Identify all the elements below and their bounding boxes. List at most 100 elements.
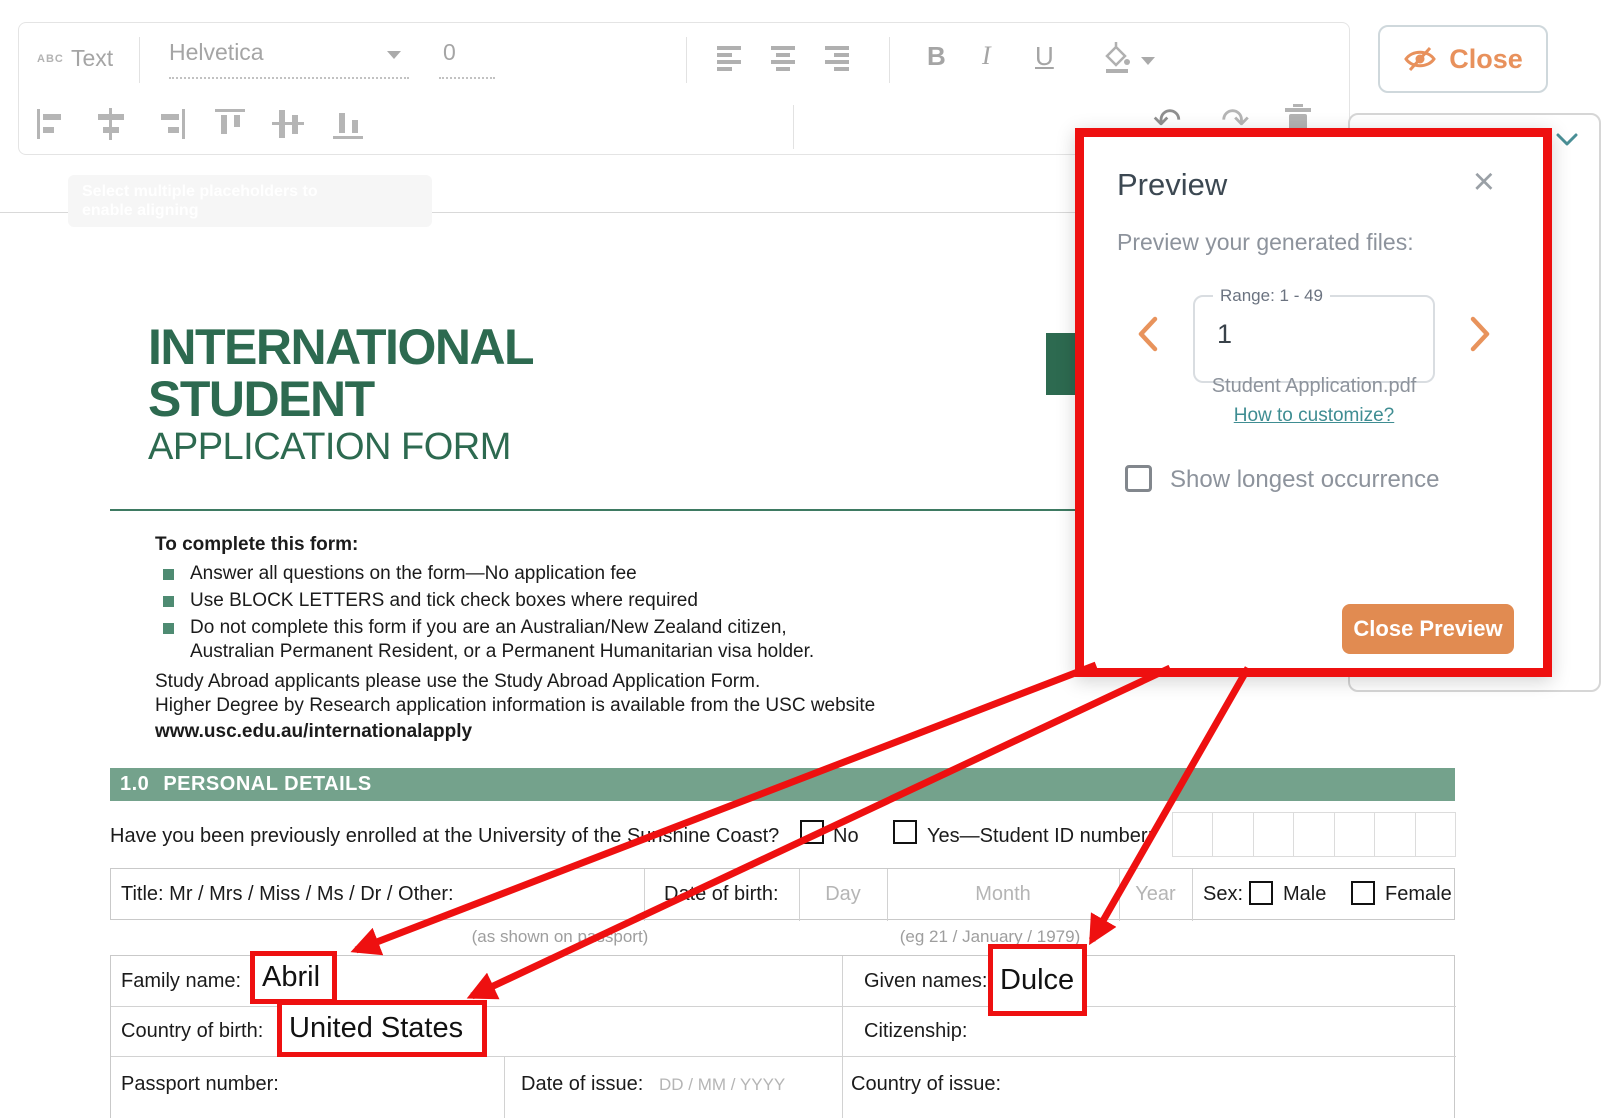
country-birth-value-highlight[interactable]: United States bbox=[277, 1000, 487, 1057]
bullet-item: Do not complete this form if you are an … bbox=[190, 617, 787, 639]
given-names-value: Dulce bbox=[1000, 964, 1074, 997]
abc-icon: ABC bbox=[37, 53, 64, 65]
toolbar-divider bbox=[686, 37, 687, 83]
fill-color-icon[interactable] bbox=[1097, 39, 1137, 79]
year-field[interactable]: Year bbox=[1119, 883, 1192, 906]
app-window: ABC Text Helvetica 0 B I U bbox=[0, 0, 1623, 1118]
date-issue-placeholder[interactable]: DD / MM / YYYY bbox=[659, 1075, 785, 1095]
font-family-value: Helvetica bbox=[169, 39, 264, 65]
eye-off-icon bbox=[1403, 44, 1437, 74]
doc-url: www.usc.edu.au/internationalapply bbox=[155, 721, 472, 743]
female-checkbox[interactable] bbox=[1351, 881, 1375, 905]
passport-number-label: Passport number: bbox=[121, 1073, 279, 1096]
table-divider bbox=[504, 1056, 505, 1118]
font-family-select[interactable]: Helvetica bbox=[169, 39, 409, 66]
month-field[interactable]: Month bbox=[887, 883, 1119, 906]
doc-title-line3: APPLICATION FORM bbox=[148, 426, 511, 469]
tooltip-line2: enable aligning bbox=[82, 201, 418, 220]
yes-label: Yes—Student ID number: bbox=[927, 825, 1153, 848]
sex-label: Sex: bbox=[1203, 883, 1243, 906]
toolbar-divider bbox=[139, 37, 140, 83]
show-longest-occurrence-label: Show longest occurrence bbox=[1170, 466, 1439, 494]
dob-label: Date of birth: bbox=[664, 883, 779, 906]
preview-modal: Preview × Preview your generated files: … bbox=[1075, 128, 1552, 677]
bullet-icon bbox=[163, 569, 174, 580]
bullet-item: Use BLOCK LETTERS and tick check boxes w… bbox=[190, 590, 698, 612]
font-size-underline bbox=[439, 77, 495, 79]
prev-page-chevron-icon[interactable] bbox=[1136, 315, 1160, 353]
male-label: Male bbox=[1283, 883, 1326, 906]
id-digit-cell[interactable] bbox=[1375, 812, 1415, 857]
doc-title-line1: INTERNATIONAL bbox=[148, 322, 533, 372]
citizenship-label: Citizenship: bbox=[864, 1020, 967, 1043]
id-digit-cell[interactable] bbox=[1254, 812, 1294, 857]
country-birth-label: Country of birth: bbox=[121, 1020, 263, 1043]
align-text-right-icon[interactable] bbox=[825, 45, 851, 71]
date-issue-label: Date of issue: bbox=[521, 1073, 643, 1096]
student-id-grid[interactable] bbox=[1172, 812, 1456, 857]
male-checkbox[interactable] bbox=[1249, 881, 1273, 905]
range-label: Range: 1 - 49 bbox=[1213, 286, 1330, 306]
id-digit-cell[interactable] bbox=[1213, 812, 1253, 857]
family-name-value-highlight[interactable]: Abril bbox=[250, 951, 337, 1004]
how-to-customize-link[interactable]: How to customize? bbox=[1164, 405, 1464, 427]
text-tool-label: Text bbox=[71, 45, 113, 72]
chevron-down-icon bbox=[387, 51, 401, 59]
family-name-value: Abril bbox=[262, 961, 320, 994]
align-text-left-icon[interactable] bbox=[717, 45, 743, 71]
yes-checkbox[interactable] bbox=[893, 820, 917, 844]
day-field[interactable]: Day bbox=[799, 883, 887, 906]
id-digit-cell[interactable] bbox=[1172, 812, 1213, 857]
id-digit-cell[interactable] bbox=[1335, 812, 1375, 857]
passport-note: (as shown on passport) bbox=[430, 927, 690, 947]
aligning-tooltip: Select multiple placeholders to enable a… bbox=[68, 175, 432, 227]
font-family-underline bbox=[169, 77, 409, 79]
section-banner: 1.0 PERSONAL DETAILS bbox=[110, 768, 1455, 801]
fill-color-chevron-icon[interactable] bbox=[1141, 57, 1155, 65]
doc-paragraph: Study Abroad applicants please use the S… bbox=[155, 671, 760, 693]
table-divider bbox=[842, 956, 843, 1118]
chevron-down-icon bbox=[1556, 133, 1578, 147]
font-size-input[interactable]: 0 bbox=[439, 39, 495, 66]
align-objects-middle-v-icon[interactable] bbox=[271, 107, 305, 141]
no-checkbox[interactable] bbox=[800, 820, 824, 844]
close-preview-button[interactable]: Close Preview bbox=[1342, 604, 1514, 654]
align-objects-bottom-icon[interactable] bbox=[331, 107, 365, 141]
underline-button[interactable]: U bbox=[1035, 41, 1054, 72]
align-objects-right-icon[interactable] bbox=[155, 107, 187, 141]
bullet-icon bbox=[163, 596, 174, 607]
country-birth-value: United States bbox=[289, 1012, 463, 1045]
title-field-label: Title: Mr / Mrs / Miss / Ms / Dr / Other… bbox=[121, 883, 454, 906]
bold-button[interactable]: B bbox=[927, 41, 946, 72]
table-divider bbox=[1192, 869, 1193, 921]
doc-paragraph: Higher Degree by Research application in… bbox=[155, 695, 875, 717]
country-issue-label: Country of issue: bbox=[851, 1073, 1001, 1096]
toolbar-divider bbox=[889, 37, 890, 83]
modal-title: Preview bbox=[1117, 167, 1227, 203]
range-value-input[interactable]: 1 bbox=[1217, 319, 1232, 350]
close-button[interactable]: Close bbox=[1378, 25, 1548, 93]
modal-close-icon[interactable]: × bbox=[1473, 165, 1495, 199]
bullet-item: Answer all questions on the form—No appl… bbox=[190, 563, 637, 585]
align-objects-top-icon[interactable] bbox=[213, 107, 247, 141]
italic-button[interactable]: I bbox=[982, 41, 991, 71]
next-page-chevron-icon[interactable] bbox=[1468, 315, 1492, 353]
align-text-center-icon[interactable] bbox=[771, 45, 797, 71]
bullet-item-continued: Australian Permanent Resident, or a Perm… bbox=[190, 641, 814, 663]
font-size-value: 0 bbox=[443, 39, 456, 65]
intro-heading: To complete this form: bbox=[155, 534, 358, 556]
given-names-value-highlight[interactable]: Dulce bbox=[988, 944, 1087, 1016]
modal-subtitle: Preview your generated files: bbox=[1117, 229, 1414, 256]
align-objects-center-h-icon[interactable] bbox=[95, 107, 127, 141]
section-number: 1.0 bbox=[120, 773, 149, 796]
no-label: No bbox=[833, 825, 859, 848]
id-digit-cell[interactable] bbox=[1294, 812, 1334, 857]
id-digit-cell[interactable] bbox=[1416, 812, 1456, 857]
align-objects-left-icon[interactable] bbox=[35, 107, 67, 141]
table-divider bbox=[644, 869, 645, 921]
show-longest-occurrence-checkbox[interactable] bbox=[1125, 465, 1152, 492]
close-button-label: Close bbox=[1449, 44, 1523, 75]
bullet-icon bbox=[163, 623, 174, 634]
page-range-fieldset[interactable]: Range: 1 - 49 1 bbox=[1193, 295, 1435, 383]
title-dob-table: Title: Mr / Mrs / Miss / Ms / Dr / Other… bbox=[110, 868, 1455, 920]
